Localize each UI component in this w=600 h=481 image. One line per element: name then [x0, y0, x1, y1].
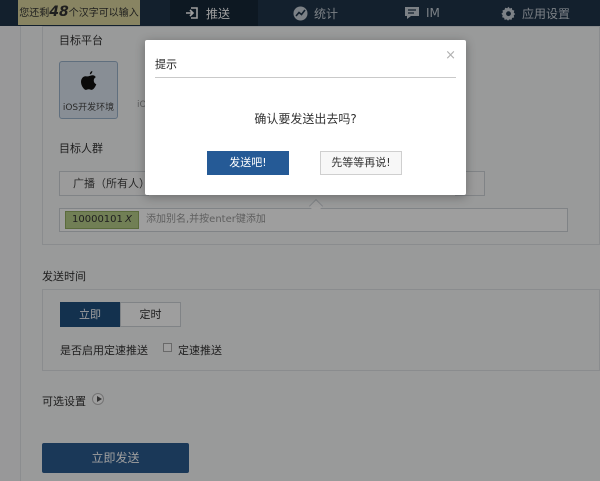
dialog-title: 提示: [155, 58, 177, 71]
dialog-message: 确认要发送出去吗?: [254, 112, 357, 126]
confirm-dialog: 提示 × 确认要发送出去吗? 发送吧! 先等等再说!: [145, 40, 466, 195]
cancel-button[interactable]: 先等等再说!: [320, 151, 402, 175]
close-icon[interactable]: ×: [445, 48, 456, 63]
confirm-send-button[interactable]: 发送吧!: [207, 151, 289, 175]
dialog-divider: [155, 77, 456, 78]
